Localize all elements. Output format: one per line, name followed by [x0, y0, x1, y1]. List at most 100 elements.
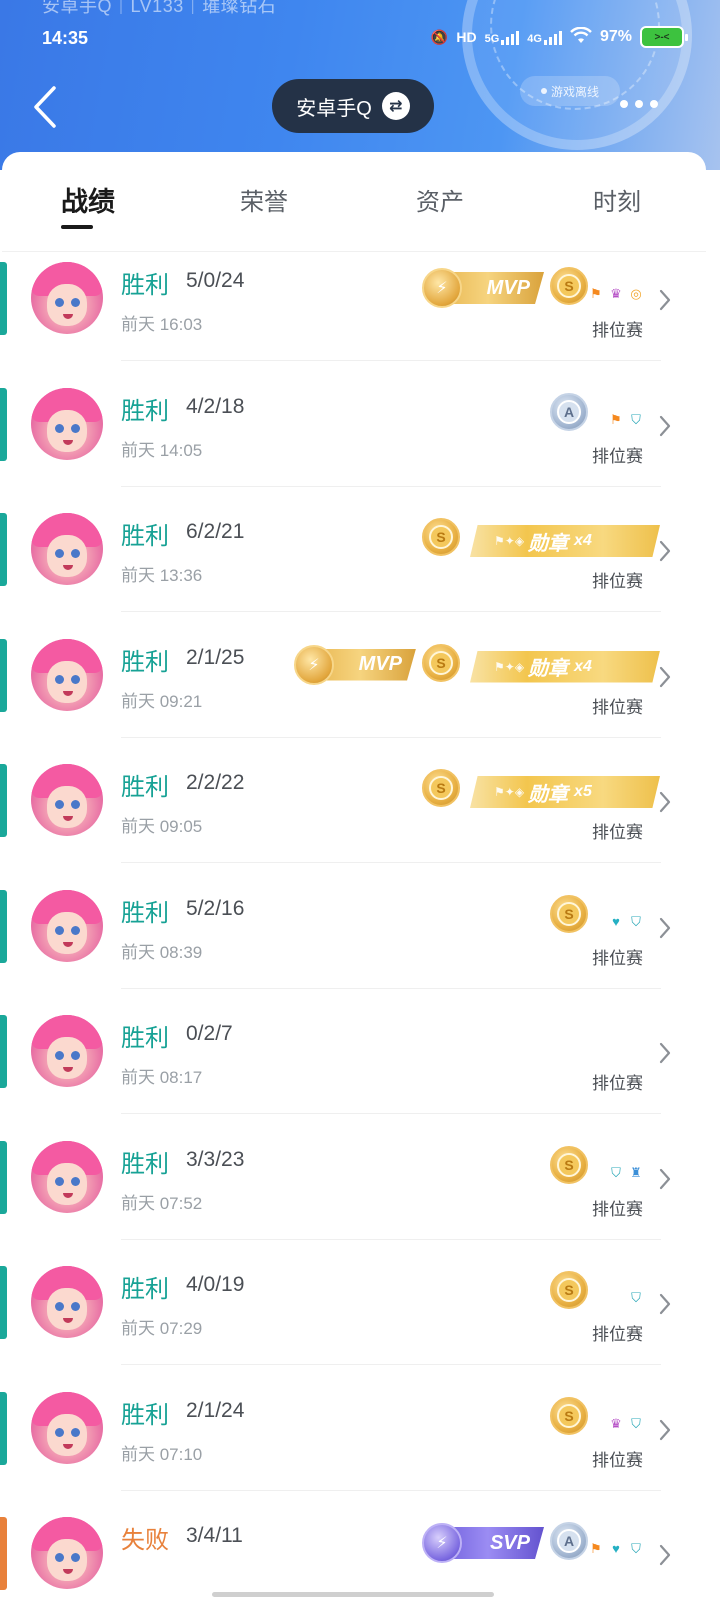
match-kda: 2/1/25 — [186, 645, 245, 669]
server-switch-button[interactable]: 安卓手Q ⇄ — [272, 79, 434, 133]
chevron-right-icon — [659, 1168, 671, 1189]
match-row[interactable]: 胜利 4/0/19 前天 07:29 排位赛 S ⛉ — [0, 1256, 720, 1381]
hero-avatar — [31, 387, 103, 460]
shield-icon: ⛉ — [631, 1290, 641, 1305]
medal-label: 勋章 — [528, 532, 569, 555]
mvp-medal-icon: ⚡ — [422, 268, 462, 308]
match-result: 胜利 — [121, 1276, 169, 1303]
match-time: 前天 07:10 — [121, 1444, 203, 1464]
match-mode: 排位赛 — [592, 697, 643, 717]
tab-records[interactable]: 战绩 — [61, 180, 115, 219]
tower-icon: ♜ — [630, 1164, 642, 1180]
match-result: 胜利 — [121, 648, 169, 676]
hero-avatar — [31, 1266, 103, 1338]
svp-label: SVP — [489, 1531, 530, 1554]
rank-s-badge: S — [550, 267, 588, 305]
mvp-medal-icon: ⚡ — [294, 644, 334, 685]
match-time: 前天 13:36 — [121, 566, 203, 585]
game-status-badge: 游戏离线 — [520, 76, 620, 106]
match-row[interactable]: 胜利 5/0/24 前天 16:03 排位赛 S MVP ⚡ ⚑ ♛ ◎ — [0, 252, 720, 377]
flag-icon: ⚑ — [590, 1541, 602, 1556]
dot-icon — [650, 100, 658, 108]
chevron-right-icon — [659, 666, 671, 687]
match-row[interactable]: 失败 3/4/11 A SVP ⚡ ⚑ ♥ ⛉ — [0, 1507, 720, 1600]
rank-s-badge: S — [550, 1396, 588, 1435]
signal-4g-icon: 4G — [527, 29, 562, 45]
match-mode: 排位赛 — [592, 446, 643, 466]
rank-a-badge: A — [550, 1522, 588, 1560]
shield-icon: ⛉ — [611, 1164, 621, 1180]
chevron-left-icon — [34, 86, 56, 128]
match-row[interactable]: 胜利 3/3/23 前天 07:52 排位赛 S ⛉ ♜ — [0, 1131, 720, 1256]
match-time: 前天 16:03 — [121, 315, 203, 334]
match-time: 前天 07:52 — [121, 1193, 203, 1213]
chevron-right-icon — [659, 791, 671, 813]
tab-moments[interactable]: 时刻 — [593, 182, 641, 217]
match-row[interactable]: 胜利 6/2/21 前天 13:36 排位赛 ⚑✦◈ 勋章 x4 S — [0, 503, 720, 628]
row-divider — [121, 862, 661, 863]
rank-s-badge: S — [550, 1271, 588, 1309]
row-divider — [121, 1489, 661, 1491]
server-label: 安卓手Q — [296, 97, 372, 120]
rank-s-badge: S — [550, 1145, 588, 1184]
hero-avatar — [31, 1140, 103, 1213]
match-mode: 排位赛 — [592, 572, 643, 591]
result-indicator-bar — [0, 1391, 7, 1465]
match-row[interactable]: 胜利 2/2/22 前天 09:05 排位赛 ⚑✦◈ 勋章 x5 S — [0, 754, 720, 879]
hero-avatar — [31, 513, 103, 585]
row-divider — [121, 736, 661, 738]
match-time: 前天 08:17 — [121, 1068, 203, 1087]
signal-4g-label: 4G — [527, 33, 542, 45]
result-indicator-bar — [0, 1140, 7, 1214]
match-time: 前天 09:05 — [121, 817, 203, 836]
home-indicator — [212, 1592, 494, 1597]
match-row[interactable]: 胜利 0/2/7 前天 08:17 排位赛 — [0, 1005, 720, 1130]
match-mode: 排位赛 — [592, 948, 643, 968]
battery-icon: >-< — [640, 26, 688, 48]
match-tags: ♛ ⛉ — [608, 1416, 644, 1432]
tab-bar: 战绩 荣誉 资产 时刻 — [2, 152, 706, 252]
badge-letter: S — [557, 274, 581, 298]
match-kda: 6/2/21 — [186, 520, 245, 543]
rank-s-badge: S — [422, 518, 460, 556]
flag-icon: ⚑ — [590, 286, 602, 301]
shield-icon: ⛉ — [631, 1415, 641, 1431]
medal-label: 勋章 — [528, 658, 569, 680]
row-divider — [121, 1238, 661, 1240]
match-time: 前天 09:21 — [121, 691, 203, 711]
match-mode: 排位赛 — [592, 1450, 643, 1470]
match-kda: 3/3/23 — [186, 1147, 245, 1171]
more-button[interactable] — [620, 100, 658, 108]
tab-assets[interactable]: 资产 — [416, 182, 464, 217]
match-result: 胜利 — [121, 397, 169, 425]
hero-avatar — [31, 1517, 103, 1589]
badge-letter: S — [557, 901, 581, 926]
match-row[interactable]: 胜利 2/1/24 前天 07:10 排位赛 S ♛ ⛉ — [0, 1382, 720, 1507]
crown-icon: ♛ — [610, 1415, 622, 1431]
result-indicator-bar — [0, 387, 7, 461]
match-kda: 4/2/18 — [186, 394, 245, 418]
hd-icon: HD — [456, 29, 477, 45]
match-row[interactable]: 胜利 5/2/16 前天 08:39 排位赛 S ♥ ⛉ — [0, 880, 720, 1005]
match-mode: 排位赛 — [592, 1325, 643, 1344]
hero-avatar — [31, 1391, 103, 1464]
rank-s-badge: S — [550, 894, 588, 933]
match-tags: ⚑ ⛉ — [608, 412, 644, 428]
badge-letter: S — [557, 1152, 581, 1177]
match-kda: 0/2/7 — [186, 1022, 233, 1045]
row-divider — [121, 360, 661, 361]
result-indicator-bar — [0, 262, 7, 335]
back-button[interactable] — [30, 84, 66, 130]
tab-honors[interactable]: 荣誉 — [240, 182, 288, 217]
flag-icon: ⚑ — [610, 411, 622, 427]
medal-count: x4 — [574, 532, 592, 549]
chevron-right-icon — [659, 1042, 671, 1064]
badge-letter: S — [557, 1403, 581, 1428]
dot-icon — [635, 100, 643, 108]
match-row[interactable]: 胜利 4/2/18 前天 14:05 排位赛 A ⚑ ⛉ — [0, 378, 720, 503]
match-row[interactable]: 胜利 2/1/25 前天 09:21 排位赛 ⚑✦◈ 勋章 x4 S MVP ⚡ — [0, 629, 720, 754]
match-tags: ⛉ — [628, 1290, 644, 1306]
svp-medal-icon: ⚡ — [422, 1523, 462, 1563]
dot-icon — [620, 100, 628, 108]
shield-icon: ⛉ — [631, 1541, 641, 1556]
